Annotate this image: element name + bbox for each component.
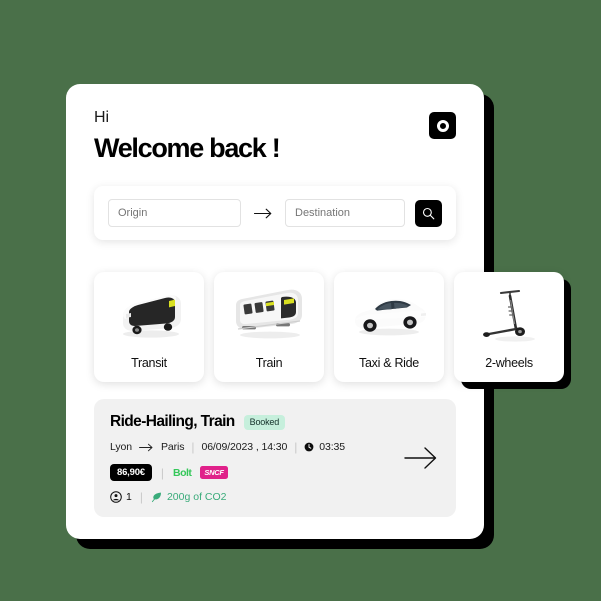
mode-card-transit[interactable]: Transit [94, 272, 204, 382]
trip-footer-row: 1 | 200g of CO2 [110, 490, 440, 504]
trip-header: Ride-Hailing, Train Booked [110, 413, 440, 431]
co2-text: 200g of CO2 [166, 491, 227, 503]
search-panel [94, 186, 456, 240]
price-badge: 86,90€ [110, 464, 152, 481]
bus-icon [94, 272, 204, 356]
mode-label-2-wheels: 2-wheels [485, 356, 533, 370]
operator-logo-bolt: Bolt [172, 466, 192, 479]
operator-logo-sncf: SNCF [200, 466, 228, 479]
logo-ring-shape [436, 119, 449, 132]
mode-label-train: Train [255, 356, 283, 370]
arrow-right-long-icon [404, 445, 438, 471]
status-badge: Booked [243, 414, 285, 430]
arrow-right-icon [139, 443, 154, 452]
trip-datetime: 06/09/2023 , 14:30 [201, 441, 288, 453]
trip-route-row: Lyon Paris | 06/09/2023 , 14:30 | 03:35 [110, 440, 440, 454]
search-button[interactable] [415, 199, 442, 227]
tram-icon [214, 272, 324, 356]
mode-card-2-wheels[interactable]: 2-wheels [454, 272, 564, 382]
mode-card-taxi-ride[interactable]: Taxi & Ride [334, 272, 444, 382]
trip-title: Ride-Hailing, Train [110, 413, 235, 430]
leaf-icon [151, 491, 163, 503]
row-separator-3: | [160, 465, 164, 480]
mode-label-taxi-ride: Taxi & Ride [359, 356, 419, 370]
trip-details-arrow-button[interactable] [404, 445, 438, 471]
passenger-count: 1 [110, 491, 132, 503]
greeting-hi: Hi [94, 109, 109, 126]
arrow-right-icon [241, 208, 285, 219]
mode-label-transit: Transit [131, 356, 167, 370]
app-header: Hi Welcome back ! [94, 110, 456, 162]
trip-meta-row: 86,90€ | Bolt SNCF [110, 464, 440, 481]
page-title: Welcome back ! [94, 133, 281, 163]
scooter-icon [454, 272, 564, 356]
origin-input[interactable] [108, 199, 241, 227]
row-separator-4: | [139, 490, 143, 504]
co2-info: 200g of CO2 [151, 491, 227, 503]
destination-input[interactable] [285, 199, 405, 227]
row-separator-1: | [191, 440, 195, 454]
clock-icon [304, 442, 314, 452]
trip-duration: 03:35 [304, 441, 345, 453]
trip-duration-value: 03:35 [319, 441, 346, 453]
trip-origin: Lyon [110, 441, 132, 453]
search-icon [422, 207, 435, 220]
passenger-count-value: 1 [126, 491, 132, 503]
trip-destination: Paris [160, 441, 185, 453]
row-separator-2: | [294, 440, 298, 454]
transport-mode-list: Transit Train Taxi & Ride 2-wheels [94, 272, 564, 382]
mode-card-train[interactable]: Train [214, 272, 324, 382]
trip-card[interactable]: Ride-Hailing, Train Booked Lyon Paris | … [94, 399, 456, 517]
person-circle-icon [110, 491, 122, 503]
greeting-block: Hi Welcome back ! [94, 109, 281, 163]
circle-dot-logo-icon[interactable] [429, 112, 456, 139]
car-icon [334, 272, 444, 356]
